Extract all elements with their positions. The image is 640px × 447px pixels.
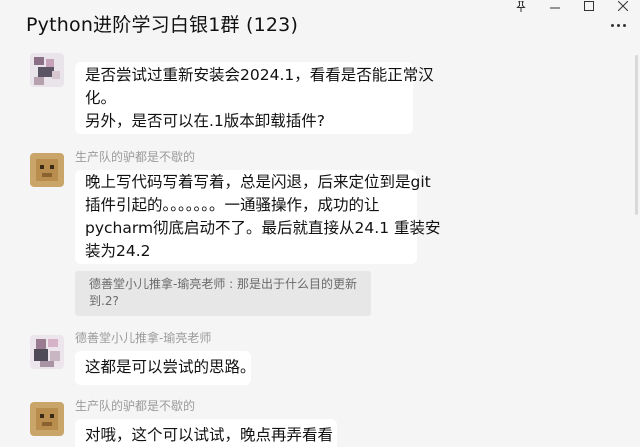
more-dots-icon[interactable] bbox=[608, 20, 628, 30]
quoted-reply[interactable]: 德善堂小儿推拿-瑜亮老师 : 那是出于什么目的更新 到.2? bbox=[75, 271, 371, 316]
scrollbar[interactable] bbox=[635, 55, 638, 215]
quote-text: 德善堂小儿推拿-瑜亮老师 : 那是出于什么目的更新 bbox=[89, 277, 358, 291]
message-text: 这都是可以尝试的思路。 bbox=[85, 358, 256, 376]
message-text: 化。 bbox=[85, 89, 117, 107]
sender-name: 生产队的驴都是不歇的 bbox=[75, 150, 196, 164]
sender-name: 生产队的驴都是不歇的 bbox=[75, 399, 196, 413]
message-bubble[interactable]: 这都是可以尝试的思路。 bbox=[75, 351, 256, 385]
avatar[interactable] bbox=[30, 53, 64, 87]
message-text: 装为24.2 bbox=[85, 242, 151, 260]
message-text: 是否尝试过重新安装会2024.1，看看是否能正常汉 bbox=[85, 66, 434, 84]
chat-window: Python进阶学习白银1群 (123) 是否尝试过重新安装会2024.1，看看… bbox=[0, 0, 640, 447]
sender-name: 德善堂小儿推拿-瑜亮老师 bbox=[75, 331, 212, 345]
message-bubble[interactable]: 对哦，这个可以试试，晚点再弄看看 bbox=[75, 419, 337, 447]
pin-icon[interactable] bbox=[504, 0, 538, 12]
message-text: 对哦，这个可以试试，晚点再弄看看 bbox=[85, 426, 334, 444]
minimize-icon[interactable] bbox=[538, 0, 572, 12]
avatar[interactable] bbox=[30, 335, 64, 369]
message-text: 插件引起的。。。。。。。一通骚操作，成功的让 bbox=[85, 196, 380, 214]
quote-text: 到.2? bbox=[89, 294, 119, 308]
message-bubble[interactable]: 晚上写代码写着写着，总是闪退，后来定位到是git 插件引起的。。。。。。。一通骚… bbox=[75, 170, 441, 264]
close-icon[interactable] bbox=[606, 0, 640, 12]
message-text: pycharm彻底启动不了。最后就直接从24.1 重装安 bbox=[85, 219, 441, 237]
window-controls bbox=[504, 0, 640, 12]
message-bubble[interactable]: 是否尝试过重新安装会2024.1，看看是否能正常汉 化。 另外，是否可以在.1版… bbox=[75, 62, 434, 134]
chat-title: Python进阶学习白银1群 (123) bbox=[26, 14, 299, 36]
maximize-icon[interactable] bbox=[572, 0, 606, 12]
avatar[interactable] bbox=[30, 402, 64, 436]
message-text: 另外，是否可以在.1版本卸载插件? bbox=[85, 112, 326, 130]
message-text: 晚上写代码写着写着，总是闪退，后来定位到是git bbox=[85, 173, 431, 191]
avatar[interactable] bbox=[30, 153, 64, 187]
